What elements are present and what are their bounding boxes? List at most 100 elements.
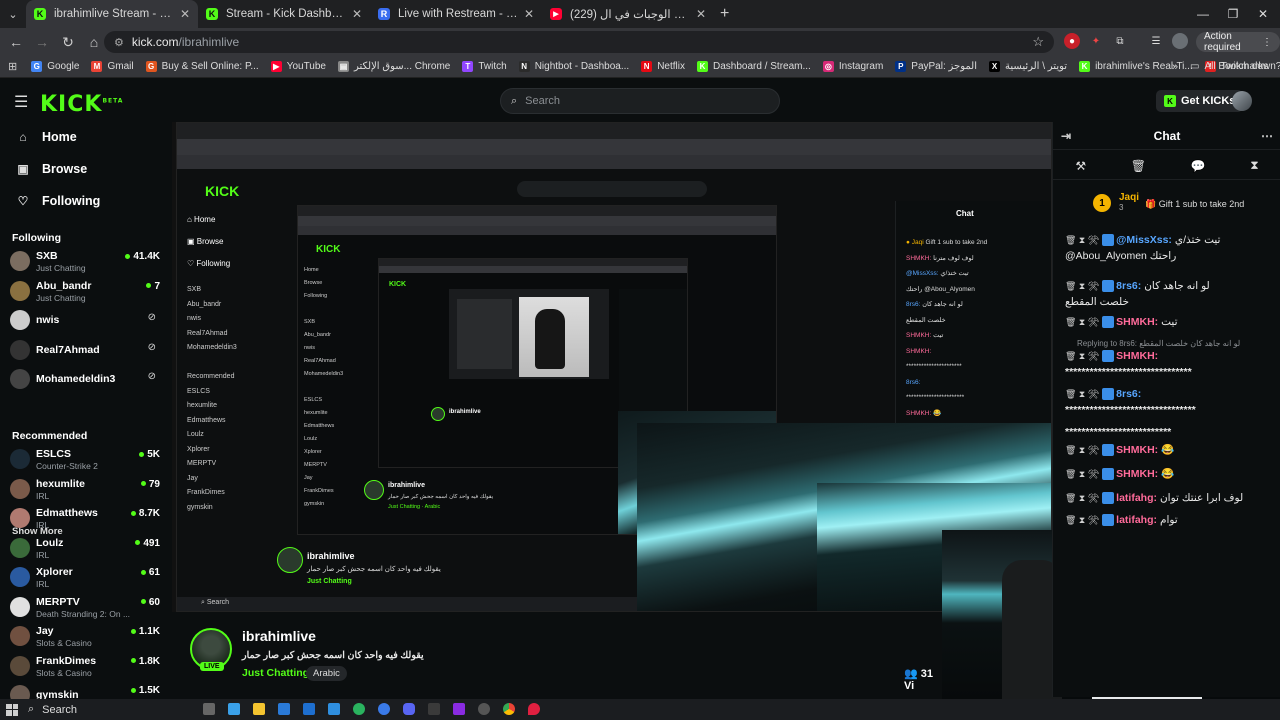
sidebar-channel[interactable]: Xplorer IRL 61 [10, 564, 162, 592]
bookmark-item[interactable]: T Twitch [462, 61, 507, 72]
mail-icon[interactable] [303, 703, 315, 715]
mod-actions-icon[interactable]: 🗑 ⧗ ⚒ [1065, 281, 1099, 291]
photos-icon[interactable] [328, 703, 340, 715]
nav-home[interactable]: ⌂ Home [16, 130, 76, 144]
obs-icon[interactable] [478, 703, 490, 715]
chat-username[interactable]: SHMKH: [1116, 444, 1158, 456]
taskbar-search[interactable]: ⌕ Search [28, 702, 188, 717]
edge-icon[interactable] [353, 703, 365, 715]
menu-icon[interactable]: ☰ [14, 92, 28, 112]
bookmark-item[interactable]: ◎ Instagram [822, 61, 883, 72]
close-window-icon[interactable]: ✕ [1246, 0, 1280, 28]
more-bookmarks-icon[interactable]: » [1172, 61, 1178, 73]
site-info-icon[interactable]: ⚙ [114, 36, 124, 49]
discord-icon[interactable] [403, 703, 415, 715]
streamer-name[interactable]: ibrahimlive [242, 628, 316, 644]
chat-message[interactable]: 🗑 ⧗ ⚒ SHMKH: 😂 [1065, 466, 1275, 482]
close-tab-icon[interactable]: ✕ [696, 7, 706, 21]
chat-message[interactable]: 🗑 ⧗ ⚒ 8rs6: لو انه جاهد كان خلصت المقطع [1065, 278, 1275, 310]
hourglass-icon[interactable]: ⧗ [1250, 158, 1258, 173]
chat-settings-icon[interactable]: ⋯ [1261, 129, 1273, 143]
chat-message[interactable]: 🗑 ⧗ ⚒ 8rs6: *****************************… [1065, 386, 1275, 418]
terminal-icon[interactable] [428, 703, 440, 715]
chat-username[interactable]: 8rs6: [1116, 388, 1141, 400]
chat-message[interactable]: 🗑 ⧗ ⚒ latifahg: لوف ابرا عنتك توان [1065, 490, 1275, 506]
back-icon[interactable]: ← [4, 30, 28, 54]
chat-username[interactable]: 8rs6: [1116, 280, 1141, 292]
trash-icon[interactable]: 🗑 [1131, 159, 1146, 173]
sidebar-channel[interactable]: FrankDimes Slots & Casino 1.8K [10, 653, 162, 681]
stream-category-link[interactable]: Just Chatting [242, 667, 309, 679]
profile-avatar-icon[interactable] [1172, 33, 1188, 49]
collapse-chat-icon[interactable]: ⇥ [1061, 129, 1071, 143]
chat-bubble-icon[interactable]: 💬 [1191, 159, 1206, 173]
language-tag[interactable]: Arabic [306, 666, 347, 681]
sidebar-channel[interactable]: Real7Ahmad ⊘ [10, 337, 162, 365]
sidebar-channel[interactable]: Loulz IRL 491 [10, 535, 162, 563]
video-player[interactable]: KICK ⌂ Home ▣ Browse ♡ Following SXB Abu_ba… [172, 122, 1052, 612]
copilot-icon[interactable] [228, 703, 240, 715]
forward-icon[interactable]: → [30, 30, 54, 54]
mod-actions-icon[interactable]: 🗑 ⧗ ⚒ [1065, 389, 1099, 399]
mod-actions-icon[interactable]: 🗑 ⧗ ⚒ [1065, 235, 1099, 245]
app-icon[interactable] [453, 703, 465, 715]
browser-tab[interactable]: K ibrahimlive Stream - Watch Live ✕ [26, 0, 198, 28]
close-tab-icon[interactable]: ✕ [180, 7, 190, 21]
task-view-icon[interactable] [203, 703, 215, 715]
sidebar-channel[interactable]: Edmatthews IRL 8.7K [10, 505, 162, 533]
store-icon[interactable] [278, 703, 290, 715]
minimize-icon[interactable]: — [1186, 0, 1220, 28]
bookmark-item[interactable]: K Dashboard / Stream... [696, 61, 811, 72]
browser-tab[interactable]: R Live with Restream - Restream ✕ [370, 0, 542, 28]
bookmark-item[interactable]: G Buy & Sell Online: P... [145, 61, 259, 72]
mod-actions-icon[interactable]: 🗑 ⧗ ⚒ [1065, 317, 1099, 327]
bookmark-item[interactable]: G Google [31, 61, 79, 72]
url-bar[interactable]: ⚙ kick.com/ibrahimlive ☆ [104, 31, 1054, 53]
nav-following[interactable]: ♡ Following [16, 194, 101, 208]
apps-grid-icon[interactable]: ⊞ [8, 60, 17, 73]
hammer-icon[interactable]: ⚒ [1075, 159, 1086, 173]
bookmark-item[interactable]: ▶ YouTube [270, 61, 326, 72]
close-tab-icon[interactable]: ✕ [352, 7, 362, 21]
sidebar-channel[interactable]: Mohamedeldin3 ⊘ [10, 366, 162, 394]
tab-search-icon[interactable]: ⌄ [0, 0, 26, 28]
chat-username[interactable]: latifahg: [1116, 492, 1157, 504]
sidebar-channel[interactable]: Abu_bandr Just Chatting 7 [10, 278, 162, 306]
sidebar-channel[interactable]: SXB Just Chatting 41.4K [10, 248, 162, 276]
sidebar-channel[interactable]: MERPTV Death Stranding 2: On ... 60 [10, 594, 162, 622]
bookmark-star-icon[interactable]: ☆ [1032, 34, 1044, 50]
get-kicks-button[interactable]: K Get KICKs [1156, 90, 1244, 112]
kick-logo[interactable]: KICKBETA [40, 92, 123, 117]
chat-message[interactable]: 🗑 ⧗ ⚒ SHMKH: تيت [1065, 314, 1275, 330]
reading-list-icon[interactable]: ☰ [1148, 33, 1164, 49]
chat-username[interactable]: SHMKH: [1116, 468, 1158, 480]
reload-icon[interactable]: ↻ [56, 30, 80, 54]
browser-tab[interactable]: K Stream - Kick Dashboard ✕ [198, 0, 370, 28]
bookmark-item[interactable]: M Gmail [91, 61, 134, 72]
bookmark-item[interactable]: X تويتر \ الرئيسية [989, 61, 1067, 72]
chat-message[interactable]: 🗑 ⧗ ⚒ SHMKH: 😂 [1065, 442, 1275, 458]
mod-actions-icon[interactable]: 🗑 ⧗ ⚒ [1065, 469, 1099, 479]
windows-start-icon[interactable] [6, 703, 18, 716]
extension-record-icon[interactable]: ● [1064, 33, 1080, 49]
restore-icon[interactable]: ❐ [1216, 0, 1250, 28]
home-icon[interactable]: ⌂ [82, 30, 106, 54]
bookmark-item[interactable]: N Netflix [641, 61, 685, 72]
bookmark-item[interactable]: N Nightbot - Dashboa... [518, 61, 629, 72]
user-avatar[interactable] [1232, 91, 1252, 111]
gift-pinned[interactable]: 1 Jaqi 3 🎁 Gift 1 sub to take 2nd [1093, 190, 1273, 220]
mod-actions-icon[interactable]: 🗑 ⧗ ⚒ [1065, 445, 1099, 455]
chat-message[interactable]: 🗑 ⧗ ⚒ SHMKH: ****************************… [1065, 348, 1275, 380]
extension-pin-icon[interactable]: ✦ [1088, 33, 1104, 49]
close-tab-icon[interactable]: ✕ [524, 7, 534, 21]
sidebar-channel[interactable]: ESLCS Counter-Strike 2 5K [10, 446, 162, 474]
bookmark-item[interactable]: ▤ سوق الإلكتر... Chrome [337, 61, 450, 72]
maps-pin-icon[interactable] [528, 703, 540, 715]
chat-username[interactable]: SHMKH: [1116, 350, 1158, 362]
chat-message[interactable]: 🗑 ⧗ ⚒ latifahg: توام [1065, 512, 1275, 528]
file-explorer-icon[interactable] [253, 703, 265, 715]
mod-actions-icon[interactable]: 🗑 ⧗ ⚒ [1065, 515, 1099, 525]
action-required-button[interactable]: Action required ⋮ [1196, 31, 1280, 53]
chrome-icon[interactable] [503, 703, 515, 715]
search-input[interactable]: ⌕ Search [500, 88, 780, 114]
